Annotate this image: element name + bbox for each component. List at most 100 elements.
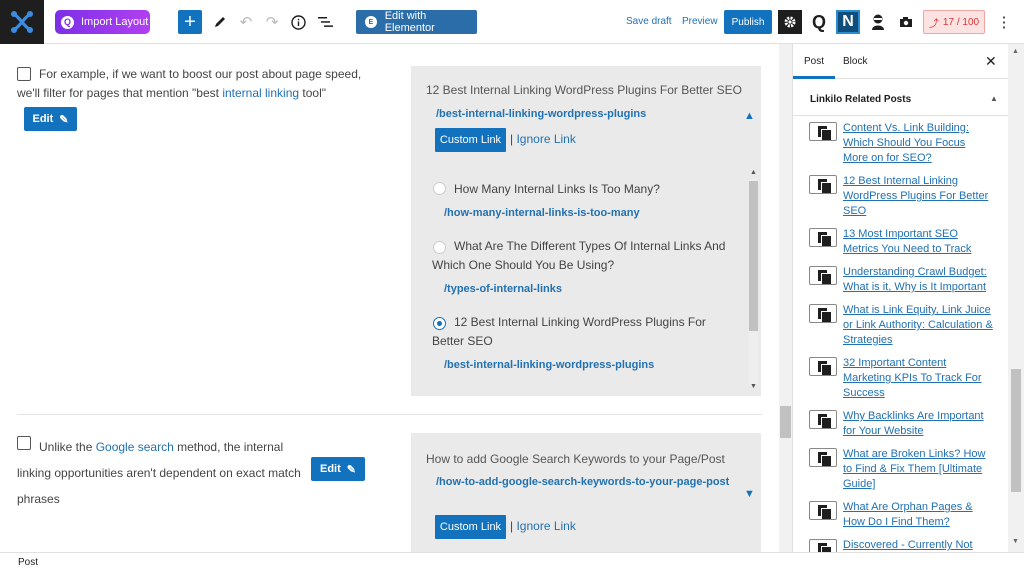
redo-icon[interactable]: ↷ — [262, 12, 282, 32]
copy-icon[interactable] — [809, 175, 837, 194]
sidebar-tabs: Post Block ✕ — [793, 44, 1008, 79]
anchor-link[interactable]: internal linking — [222, 86, 299, 100]
qubely-logo-icon: Q — [61, 15, 74, 29]
collapse-triangle-icon[interactable]: ▲ — [744, 110, 755, 122]
seo-score-value: 17 / 100 — [942, 16, 980, 28]
options-scrollbar[interactable]: ▲ ▼ — [747, 169, 760, 394]
ignore-link-group: | Ignore Link — [510, 519, 576, 533]
related-post-link[interactable]: 32 Important Content Marketing KPIs To T… — [843, 356, 993, 401]
related-post-link[interactable]: Understanding Crawl Budget: What is it, … — [843, 265, 993, 295]
site-logo-icon[interactable] — [0, 0, 44, 44]
qubely-q-icon[interactable]: Q — [807, 10, 831, 34]
edit-sentence-button[interactable]: Edit ✎ — [24, 107, 77, 131]
add-block-button[interactable]: + — [178, 10, 202, 34]
editor-canvas: For example, if we want to boost our pos… — [0, 44, 779, 552]
breadcrumb[interactable]: Post — [18, 557, 38, 568]
active-tab-indicator — [793, 76, 835, 79]
link-options-list: How Many Internal Links Is Too Many? /ho… — [432, 174, 747, 396]
related-post-link[interactable]: Content Vs. Link Building: Which Should … — [843, 121, 993, 166]
anchor-link[interactable]: Google search — [96, 440, 174, 454]
settings-sidebar: Post Block ✕ Linkilo Related Posts ▲ Con… — [792, 44, 1008, 552]
copy-icon[interactable] — [809, 228, 837, 247]
camera-icon[interactable] — [894, 10, 918, 34]
tab-block[interactable]: Block — [843, 56, 867, 67]
related-post-link[interactable]: What are Broken Links? How to Find & Fix… — [843, 447, 993, 492]
sentence-paragraph: For example, if we want to boost our pos… — [17, 65, 367, 103]
close-icon[interactable]: ✕ — [985, 53, 997, 70]
save-draft-link[interactable]: Save draft — [626, 16, 672, 27]
copy-icon[interactable] — [809, 539, 837, 552]
related-post-link[interactable]: What Are Orphan Pages & How Do I Find Th… — [843, 500, 993, 530]
option-url[interactable]: /best-internal-linking-wordpress-plugins — [444, 356, 654, 375]
seo-score-button[interactable]: ⤴ 17 / 100 — [923, 10, 985, 34]
option-title: What Are The Different Types Of Internal… — [432, 239, 726, 272]
ignore-link[interactable]: Ignore Link — [516, 132, 575, 146]
target-post-url[interactable]: /best-internal-linking-wordpress-plugins — [436, 105, 646, 124]
edit-label: Edit — [320, 463, 341, 475]
pencil-icon: ✎ — [59, 113, 69, 126]
copy-icon[interactable] — [809, 501, 837, 520]
expand-triangle-icon[interactable]: ▼ — [744, 488, 755, 500]
row-divider — [17, 414, 762, 415]
scroll-up-icon[interactable]: ▲ — [750, 169, 757, 176]
user-ninja-icon[interactable] — [866, 10, 890, 34]
related-post-link[interactable]: 13 Most Important SEO Metrics You Need t… — [843, 227, 993, 257]
ignore-link-group: | Ignore Link — [510, 132, 576, 146]
scroll-down-icon[interactable]: ▼ — [750, 383, 757, 390]
scroll-up-icon[interactable]: ▲ — [1012, 48, 1019, 55]
publish-button[interactable]: Publish — [724, 10, 772, 34]
copy-icon[interactable] — [809, 122, 837, 141]
related-post-link[interactable]: What is Link Equity, Link Juice or Link … — [843, 303, 993, 348]
list-view-icon[interactable] — [315, 12, 335, 32]
preview-link[interactable]: Preview — [682, 16, 718, 27]
related-post-link[interactable]: 12 Best Internal Linking WordPress Plugi… — [843, 174, 993, 219]
import-layout-label: Import Layout — [81, 16, 149, 28]
trend-icon: ⤴ — [928, 18, 939, 30]
pencil-tool-icon[interactable] — [210, 12, 230, 32]
settings-gear-icon[interactable] — [778, 10, 802, 34]
related-posts-title: Linkilo Related Posts — [810, 94, 912, 105]
editor-footer: Post — [0, 552, 1024, 570]
copy-icon[interactable] — [809, 410, 837, 429]
chevron-up-icon[interactable]: ▲ — [990, 94, 998, 103]
custom-link-button[interactable]: Custom Link — [435, 128, 506, 152]
option-url[interactable]: /how-many-internal-links-is-too-many — [444, 204, 640, 223]
sidebar-scrollbar[interactable]: ▲ ▼ — [1008, 44, 1024, 552]
target-post-title: How to add Google Search Keywords to you… — [426, 452, 725, 466]
scroll-down-icon[interactable]: ▼ — [1012, 538, 1019, 545]
ignore-link[interactable]: Ignore Link — [516, 519, 575, 533]
elementor-icon: E — [365, 16, 377, 28]
related-post-link[interactable]: Discovered - Currently Not — [843, 538, 993, 552]
undo-icon[interactable]: ↶ — [236, 12, 256, 32]
n-plugin-icon[interactable]: N — [836, 10, 860, 34]
related-post-link[interactable]: Why Backlinks Are Important for Your Web… — [843, 409, 993, 439]
editor-scroll-thumb[interactable] — [780, 406, 791, 438]
option-title: 12 Best Internal Linking WordPress Plugi… — [432, 315, 706, 348]
sentence-paragraph: Unlike the Google search method, the int… — [17, 434, 317, 512]
top-toolbar: Q Import Layout + ↶ ↷ E Edit with Elemen… — [0, 0, 1024, 44]
edit-sentence-button[interactable]: Edit ✎ — [311, 457, 365, 481]
elementor-label: Edit with Elementor — [384, 10, 435, 34]
option-url[interactable]: /types-of-internal-links — [444, 280, 562, 299]
copy-icon[interactable] — [809, 448, 837, 467]
related-posts-header[interactable]: Linkilo Related Posts ▲ — [793, 80, 1008, 116]
option-title: How Many Internal Links Is Too Many? — [454, 182, 660, 196]
tab-post[interactable]: Post — [804, 56, 824, 67]
target-post-title: 12 Best Internal Linking WordPress Plugi… — [426, 83, 742, 97]
copy-icon[interactable] — [809, 266, 837, 285]
copy-icon[interactable] — [809, 304, 837, 323]
target-post-url[interactable]: /how-to-add-google-search-keywords-to-yo… — [436, 473, 736, 492]
import-layout-button[interactable]: Q Import Layout — [55, 10, 150, 34]
copy-icon[interactable] — [809, 357, 837, 376]
sentence-text: Unlike the — [39, 440, 96, 454]
info-icon[interactable] — [288, 12, 308, 32]
more-options-icon[interactable]: ⋮ — [994, 12, 1014, 32]
edit-with-elementor-button[interactable]: E Edit with Elementor — [356, 10, 477, 34]
pencil-icon: ✎ — [346, 463, 356, 476]
scroll-thumb[interactable] — [749, 181, 758, 331]
editor-scrollbar[interactable] — [779, 44, 792, 552]
sentence-text-end: tool" — [299, 86, 326, 100]
edit-label: Edit — [32, 113, 54, 125]
sidebar-scroll-thumb[interactable] — [1011, 369, 1021, 492]
custom-link-button[interactable]: Custom Link — [435, 515, 506, 539]
